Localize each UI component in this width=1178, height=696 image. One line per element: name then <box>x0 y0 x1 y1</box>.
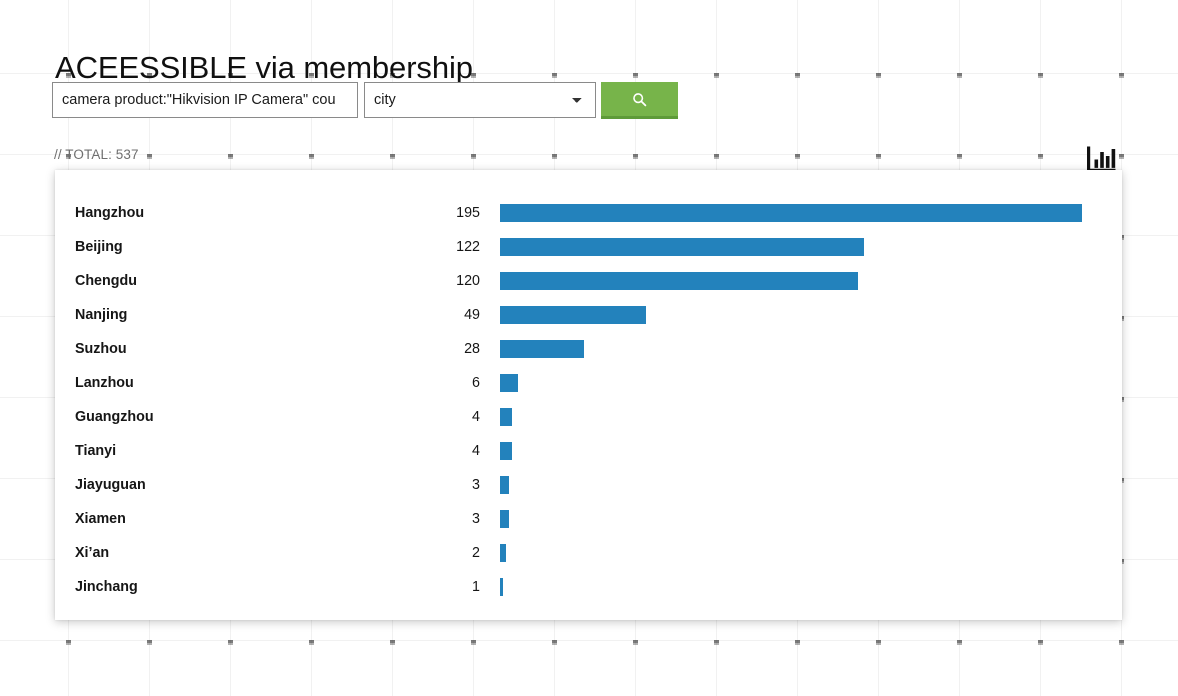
search-bar: city <box>52 82 678 119</box>
bar-row-value: 4 <box>400 443 480 459</box>
bar-track <box>500 400 1122 434</box>
bar-row-value: 49 <box>400 307 480 323</box>
bar-track <box>500 230 1122 264</box>
bar-row-value: 6 <box>400 375 480 391</box>
bar[interactable] <box>500 204 1082 222</box>
bar-row-label: Guangzhou <box>55 409 400 425</box>
bar[interactable] <box>500 408 512 426</box>
bar-row-value: 2 <box>400 545 480 561</box>
bar-chart-row[interactable]: Tianyi4 <box>55 434 1122 468</box>
bar-chart-row[interactable]: Beijing122 <box>55 230 1122 264</box>
bar-row-label: Chengdu <box>55 273 400 289</box>
bar-row-label: Tianyi <box>55 443 400 459</box>
bar-track <box>500 332 1122 366</box>
bar-track <box>500 196 1122 230</box>
bar-row-label: Xiamen <box>55 511 400 527</box>
bar-track <box>500 536 1122 570</box>
bar[interactable] <box>500 578 503 596</box>
bar-track <box>500 570 1122 604</box>
bar[interactable] <box>500 272 858 290</box>
bar[interactable] <box>500 306 646 324</box>
bar-row-label: Jinchang <box>55 579 400 595</box>
bar-chart-icon[interactable] <box>1087 145 1117 172</box>
bar-row-value: 195 <box>400 205 480 221</box>
bar-chart-row[interactable]: Xiamen3 <box>55 502 1122 536</box>
bar-chart-row[interactable]: Lanzhou6 <box>55 366 1122 400</box>
bar-chart-row[interactable]: Hangzhou195 <box>55 196 1122 230</box>
bar[interactable] <box>500 476 509 494</box>
search-icon <box>632 92 647 107</box>
bar-row-value: 4 <box>400 409 480 425</box>
search-input[interactable] <box>52 82 358 118</box>
bar-row-value: 122 <box>400 239 480 255</box>
bar-chart-row[interactable]: Chengdu120 <box>55 264 1122 298</box>
bar-row-label: Lanzhou <box>55 375 400 391</box>
results-card: Hangzhou195Beijing122Chengdu120Nanjing49… <box>55 170 1122 620</box>
bar-chart-rows: Hangzhou195Beijing122Chengdu120Nanjing49… <box>55 196 1122 604</box>
bar-chart-row[interactable]: Guangzhou4 <box>55 400 1122 434</box>
bar-chart-row[interactable]: Nanjing49 <box>55 298 1122 332</box>
search-button[interactable] <box>601 82 678 119</box>
bar-chart-row[interactable]: Jiayuguan3 <box>55 468 1122 502</box>
bar-track <box>500 298 1122 332</box>
bar-row-value: 3 <box>400 477 480 493</box>
bar-chart-row[interactable]: Jinchang1 <box>55 570 1122 604</box>
bar[interactable] <box>500 544 506 562</box>
bar-track <box>500 468 1122 502</box>
bar-row-value: 1 <box>400 579 480 595</box>
bar[interactable] <box>500 374 518 392</box>
page-title: ACEESSIBLE via membership <box>55 50 473 86</box>
bar-row-label: Xi’an <box>55 545 400 561</box>
bar-chart-row[interactable]: Xi’an2 <box>55 536 1122 570</box>
bar-row-value: 3 <box>400 511 480 527</box>
bar[interactable] <box>500 340 584 358</box>
bar-row-label: Jiayuguan <box>55 477 400 493</box>
bar[interactable] <box>500 238 864 256</box>
bar-track <box>500 434 1122 468</box>
bar-row-label: Beijing <box>55 239 400 255</box>
bar[interactable] <box>500 510 509 528</box>
total-count-label: // TOTAL: 537 <box>54 147 139 162</box>
bar-track <box>500 264 1122 298</box>
facet-select[interactable]: city <box>364 82 596 118</box>
bar-row-value: 120 <box>400 273 480 289</box>
bar-chart-row[interactable]: Suzhou28 <box>55 332 1122 366</box>
bar[interactable] <box>500 442 512 460</box>
bar-row-label: Suzhou <box>55 341 400 357</box>
bar-row-label: Nanjing <box>55 307 400 323</box>
bar-row-value: 28 <box>400 341 480 357</box>
bar-row-label: Hangzhou <box>55 205 400 221</box>
bar-track <box>500 366 1122 400</box>
bar-track <box>500 502 1122 536</box>
